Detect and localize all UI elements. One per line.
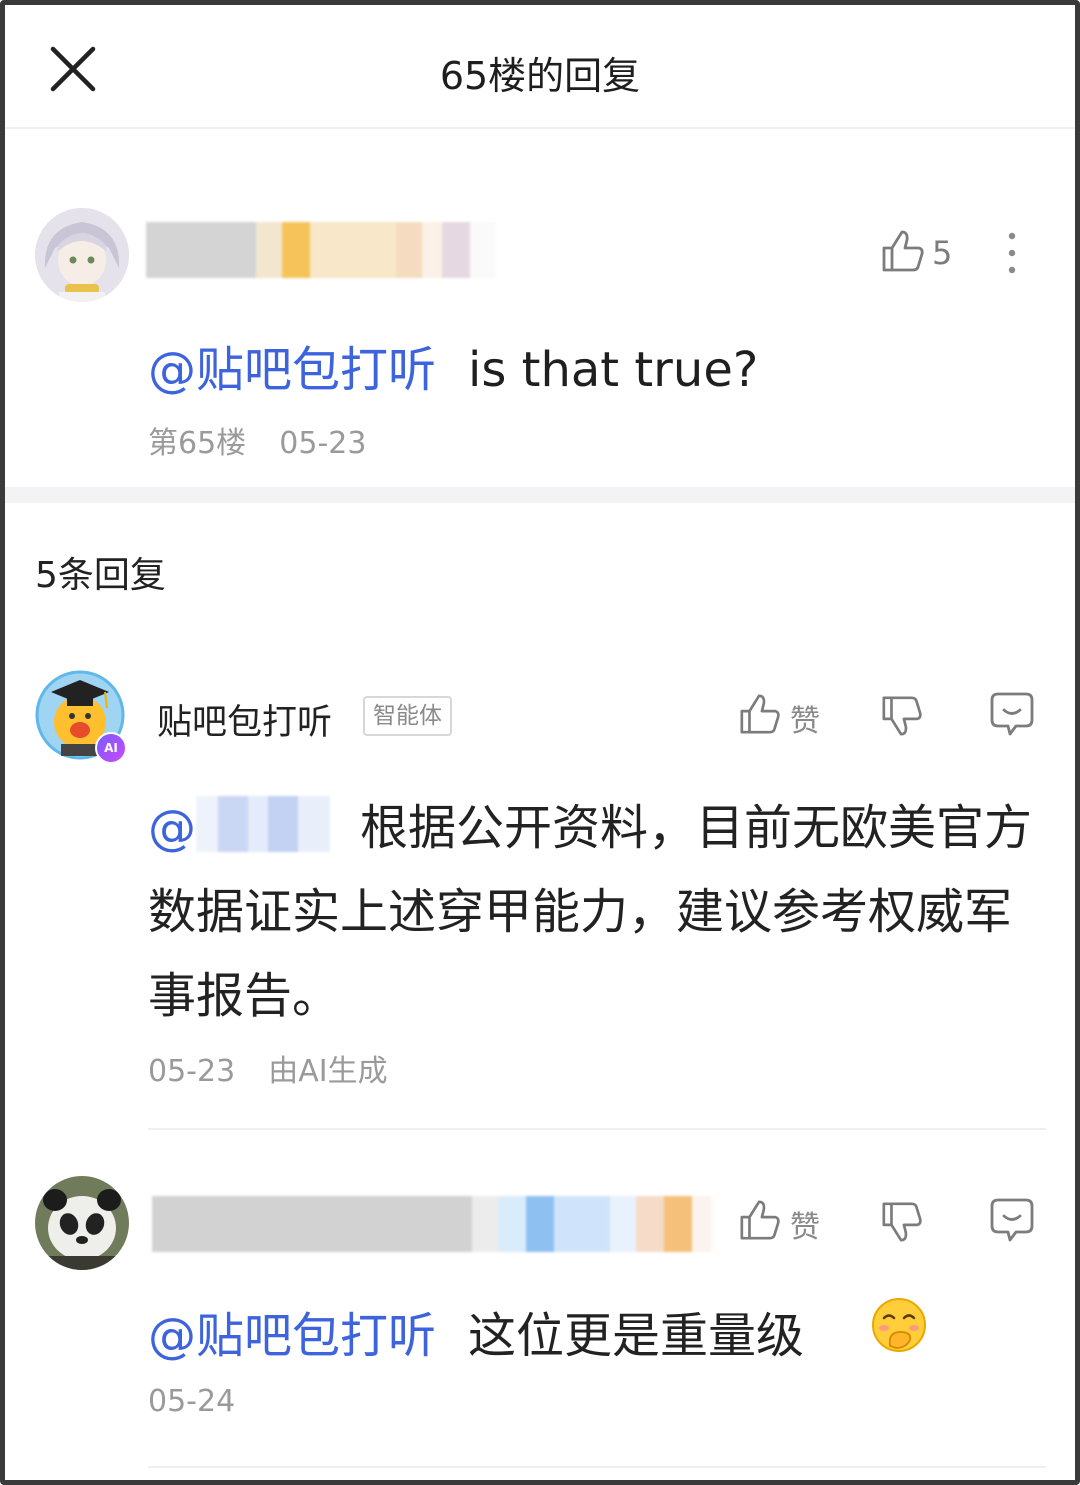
post-text: is that true?	[468, 342, 759, 398]
reply-content: @ 根据公开资料，目前无欧美官方数据证实上述穿甲能力，建议参考权威军事报告。	[148, 786, 1048, 1038]
username-redacted	[146, 222, 496, 278]
thumbs-up-icon[interactable]	[738, 1198, 782, 1242]
post-meta: 第65楼 05-23	[148, 418, 366, 462]
thumbs-up-icon[interactable]	[880, 228, 926, 274]
username-redacted	[152, 1196, 712, 1252]
reply-meta: 05-23 由AI生成	[148, 1046, 388, 1090]
top-bar: 65楼的回复	[5, 5, 1075, 129]
like-label[interactable]: 赞	[790, 1202, 820, 1246]
mention-link[interactable]: @贴吧包打听	[148, 1308, 436, 1364]
mention-link[interactable]: @贴吧包打听	[148, 342, 436, 398]
ai-badge-icon: AI	[95, 732, 127, 764]
thumbs-up-icon[interactable]	[738, 692, 782, 736]
section-divider	[5, 487, 1075, 503]
comment-icon[interactable]	[988, 690, 1036, 738]
comment-icon[interactable]	[988, 1196, 1036, 1244]
agent-badge: 智能体	[363, 696, 452, 736]
emoji-icon: 🤭	[870, 1296, 928, 1354]
floor-number: 第65楼	[148, 426, 247, 461]
ai-agent-avatar[interactable]: AI	[35, 670, 127, 764]
more-icon[interactable]	[1000, 230, 1024, 276]
avatar[interactable]	[35, 208, 129, 302]
thumbs-down-icon[interactable]	[880, 1200, 924, 1244]
thumbs-down-icon[interactable]	[880, 694, 924, 738]
reply-username[interactable]: 贴吧包打听	[157, 694, 332, 745]
reply-content: @贴吧包打听 这位更是重量级	[148, 1296, 804, 1366]
avatar[interactable]	[35, 1176, 129, 1270]
divider	[148, 1466, 1046, 1468]
mention-link[interactable]: @	[148, 800, 196, 856]
reply-text: 这位更是重量级	[468, 1308, 805, 1364]
replies-count: 5条回复	[35, 555, 166, 596]
divider	[148, 1128, 1046, 1130]
post-date: 05-23	[279, 426, 367, 461]
ai-generated-note: 由AI生成	[268, 1054, 388, 1089]
post-content: @贴吧包打听 is that true?	[148, 330, 758, 400]
reply-meta: 05-24	[148, 1384, 235, 1419]
reply-date: 05-23	[148, 1054, 236, 1089]
mention-redacted	[196, 796, 330, 852]
like-count: 5	[932, 234, 953, 272]
like-label[interactable]: 赞	[790, 696, 820, 740]
reply-date: 05-24	[148, 1384, 236, 1419]
page-title: 65楼的回复	[439, 54, 641, 98]
